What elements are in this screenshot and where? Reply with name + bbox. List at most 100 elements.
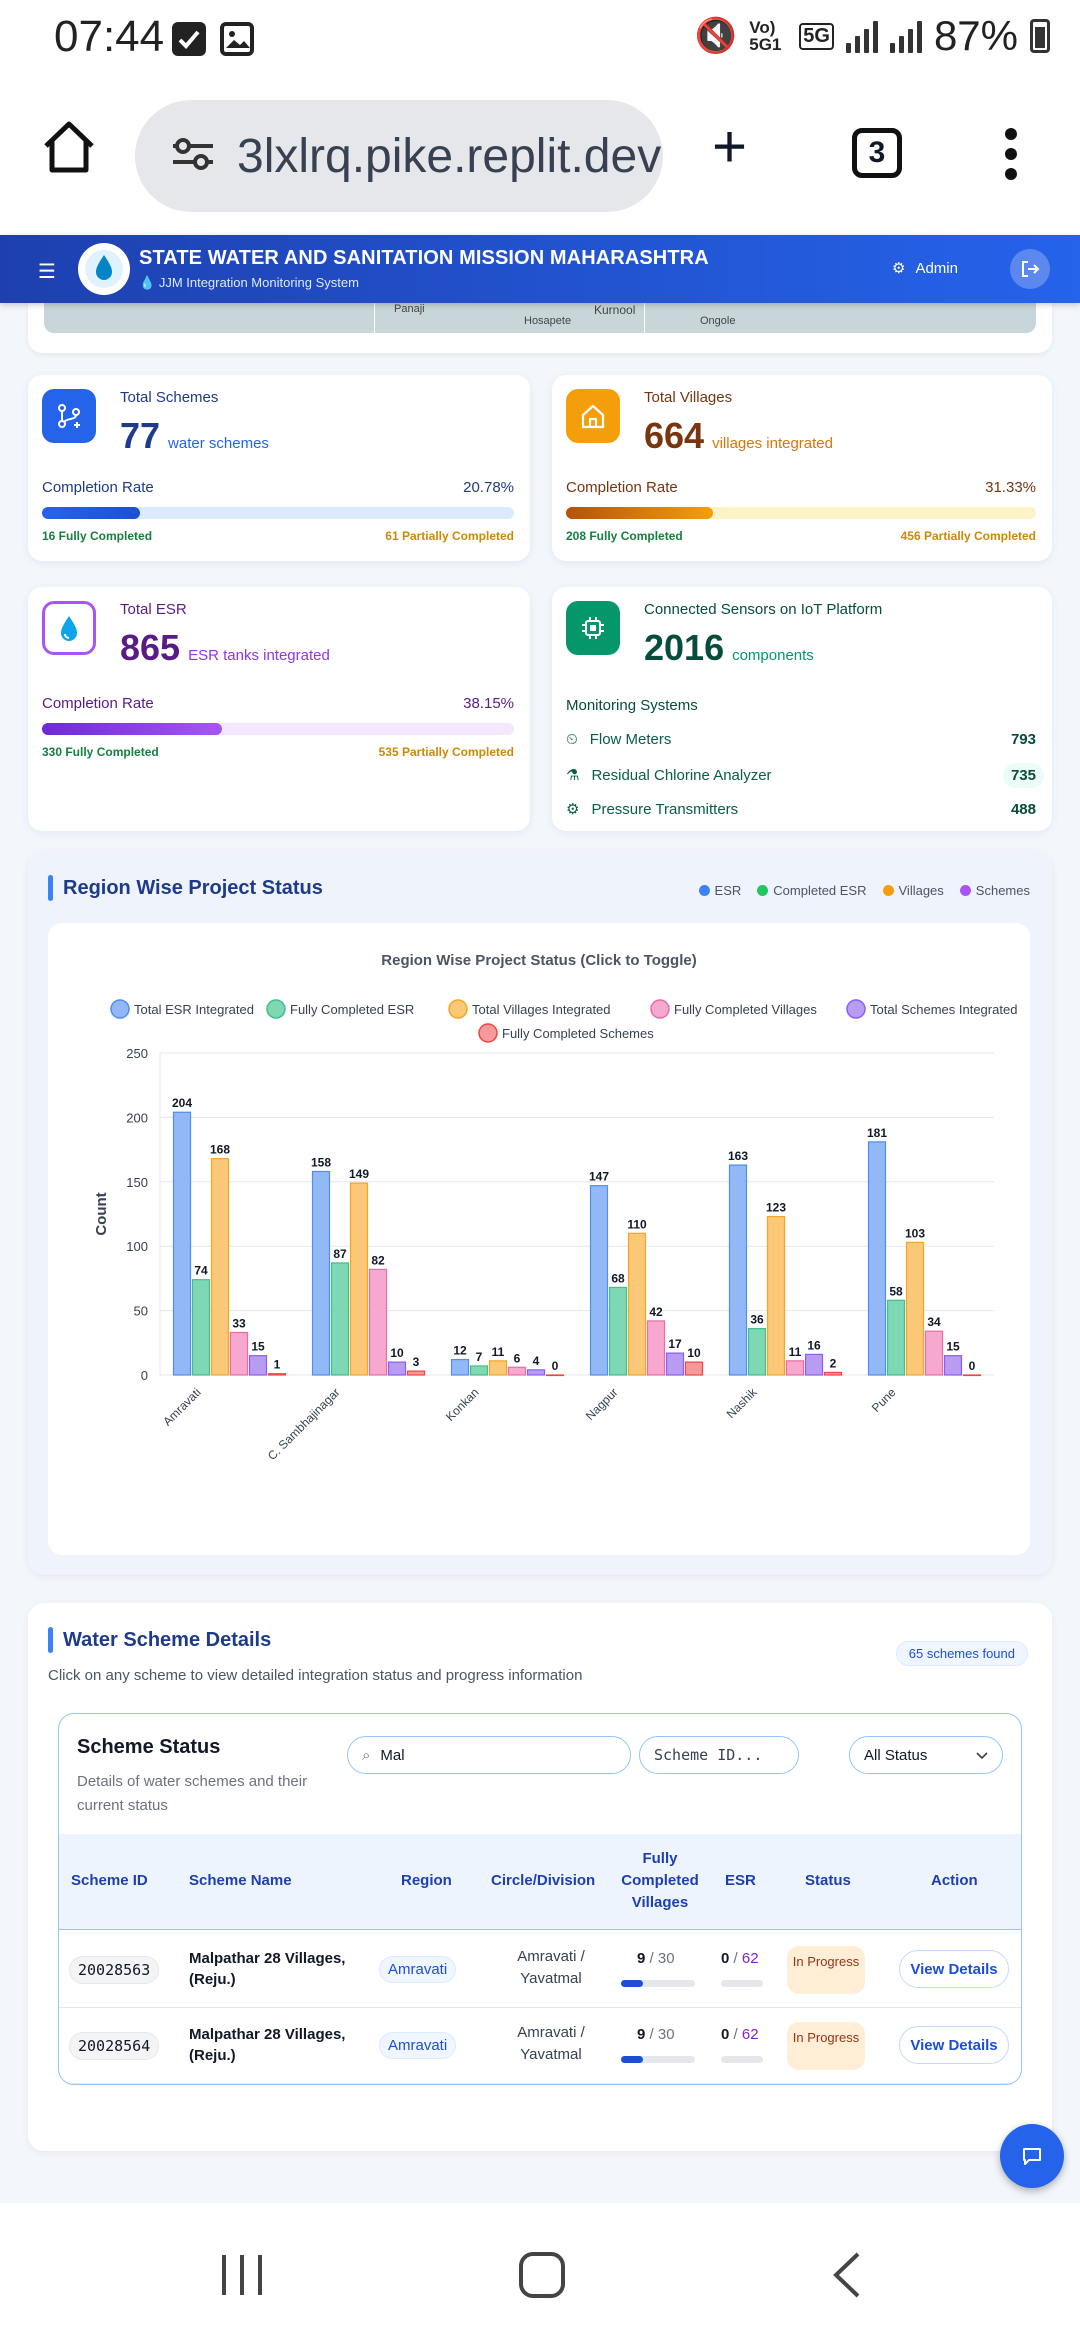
total-schemes-card[interactable]: Total Schemes 77 water schemes Completion…: [28, 375, 530, 561]
bar[interactable]: [507, 1366, 527, 1376]
legend-item[interactable]: Villages: [882, 883, 944, 898]
bar[interactable]: [545, 1374, 565, 1377]
bar[interactable]: [804, 1353, 824, 1376]
table-row[interactable]: 20028564 Malpathar 28 Villages, (Reju.) …: [59, 2008, 1021, 2084]
new-tab-icon[interactable]: +: [712, 117, 747, 177]
bar[interactable]: [646, 1320, 666, 1376]
bar[interactable]: [589, 1185, 609, 1376]
legend-item[interactable]: ESR: [698, 883, 741, 898]
bar[interactable]: [191, 1279, 211, 1376]
bar[interactable]: [349, 1182, 369, 1376]
bar[interactable]: [172, 1111, 192, 1376]
site-settings-icon[interactable]: [171, 136, 215, 177]
bar[interactable]: [886, 1299, 906, 1376]
legend-label[interactable]: Fully Completed Villages: [674, 1002, 817, 1017]
legend-label[interactable]: Fully Completed Schemes: [502, 1026, 654, 1041]
view-details-button[interactable]: View Details: [899, 1950, 1009, 1988]
url-text: 3lxlrq.pike.replit.dev: [237, 129, 662, 183]
bar[interactable]: [943, 1355, 963, 1376]
data-label: 87: [333, 1247, 347, 1261]
legend-label[interactable]: Fully Completed ESR: [290, 1002, 414, 1017]
column-header[interactable]: Fully Completed Villages: [615, 1848, 705, 1914]
esr-done: 0: [721, 1950, 730, 1967]
bar[interactable]: [962, 1374, 982, 1377]
scheme-id-input[interactable]: Scheme ID...: [639, 1736, 799, 1774]
column-header[interactable]: Action: [931, 1872, 978, 1889]
fully-completed-count: 208 Fully Completed: [566, 529, 683, 543]
column-header[interactable]: Circle/Division: [491, 1872, 595, 1889]
bar[interactable]: [924, 1330, 944, 1376]
sensor-value: 793: [1010, 730, 1036, 748]
completion-rate-value: 38.15%: [463, 695, 514, 712]
total-villages-card[interactable]: Total Villages 664 villages integrated Co…: [552, 375, 1052, 561]
menu-icon[interactable]: ☰: [38, 259, 56, 284]
bar[interactable]: [248, 1355, 268, 1376]
legend-label[interactable]: Total Villages Integrated: [472, 1002, 611, 1017]
bar[interactable]: [368, 1268, 388, 1376]
legend-item[interactable]: Completed ESR: [757, 883, 867, 898]
legend-label[interactable]: Total Schemes Integrated: [870, 1002, 1017, 1017]
status-badge: In Progress: [787, 1946, 865, 1994]
bar[interactable]: [665, 1352, 685, 1376]
legend-dot: [757, 885, 769, 896]
y-tick-label: 100: [126, 1239, 148, 1254]
more-menu-icon[interactable]: [1004, 128, 1018, 185]
bar[interactable]: [469, 1365, 489, 1376]
completion-progress-bar: [42, 507, 514, 519]
column-header[interactable]: Status: [805, 1872, 851, 1889]
scheme-status-description: Details of water schemes and their curre…: [77, 1773, 308, 1814]
legend-item[interactable]: Schemes: [959, 883, 1030, 898]
bar[interactable]: [526, 1369, 546, 1376]
bar[interactable]: [627, 1232, 647, 1376]
data-label: 10: [390, 1346, 404, 1360]
bar[interactable]: [684, 1361, 704, 1376]
total-esr-card[interactable]: Total ESR 865 ESR tanks integrated Comple…: [28, 587, 530, 831]
bar[interactable]: [267, 1373, 287, 1376]
home-nav-icon[interactable]: [518, 2251, 566, 2304]
bar[interactable]: [387, 1361, 407, 1376]
bar[interactable]: [608, 1286, 628, 1376]
bar[interactable]: [905, 1241, 925, 1376]
admin-menu[interactable]: ⚙ Admin: [892, 259, 958, 278]
main-content: Panaji Hosapete Kurnool Ongole Total Sch…: [0, 303, 1080, 2203]
column-header[interactable]: Scheme Name: [189, 1872, 292, 1889]
bar[interactable]: [766, 1215, 786, 1376]
scheme-name: Malpathar 28 Villages, (Reju.): [189, 2026, 346, 2064]
legend-swatch: [110, 999, 130, 1019]
table-row[interactable]: 20028563 Malpathar 28 Villages, (Reju.) …: [59, 1932, 1021, 2008]
iot-sensors-card[interactable]: Connected Sensors on IoT Platform 2016 co…: [552, 587, 1052, 831]
column-header[interactable]: ESR: [725, 1872, 756, 1889]
back-icon[interactable]: [830, 2251, 864, 2304]
recent-apps-icon[interactable]: [220, 2253, 264, 2302]
view-details-button[interactable]: View Details: [899, 2026, 1009, 2064]
column-header[interactable]: Region: [401, 1872, 452, 1889]
card-label: Connected Sensors on IoT Platform: [644, 601, 883, 618]
bar[interactable]: [728, 1164, 748, 1376]
bar[interactable]: [488, 1360, 508, 1376]
bar[interactable]: [229, 1331, 249, 1376]
chat-button[interactable]: [1000, 2124, 1064, 2188]
scheme-id: 20028564: [69, 2032, 160, 2060]
bar[interactable]: [450, 1358, 470, 1376]
bar[interactable]: [867, 1141, 887, 1376]
map-view[interactable]: Panaji Hosapete Kurnool Ongole: [44, 303, 1036, 333]
column-header[interactable]: Scheme ID: [71, 1872, 148, 1889]
bar[interactable]: [311, 1170, 331, 1376]
legend-label: Villages: [898, 883, 944, 898]
status-filter-select[interactable]: All Status: [849, 1736, 1003, 1774]
home-icon[interactable]: [40, 118, 98, 181]
bar[interactable]: [210, 1158, 230, 1376]
bar[interactable]: [785, 1360, 805, 1376]
url-bar[interactable]: 3lxlrq.pike.replit.dev: [135, 100, 663, 212]
region-bar-chart[interactable]: Region Wise Project Status (Click to Tog…: [48, 923, 1030, 1555]
logout-button[interactable]: [1010, 249, 1050, 289]
tab-switcher-button[interactable]: 3: [852, 128, 902, 178]
search-input[interactable]: ⌕ Mal: [347, 1736, 631, 1774]
bar[interactable]: [406, 1370, 426, 1376]
bar[interactable]: [330, 1262, 350, 1376]
bar[interactable]: [823, 1371, 843, 1376]
progress-fill: [42, 723, 223, 735]
legend-label[interactable]: Total ESR Integrated: [134, 1002, 254, 1017]
progress-fill: [42, 507, 141, 519]
bar[interactable]: [747, 1328, 767, 1376]
